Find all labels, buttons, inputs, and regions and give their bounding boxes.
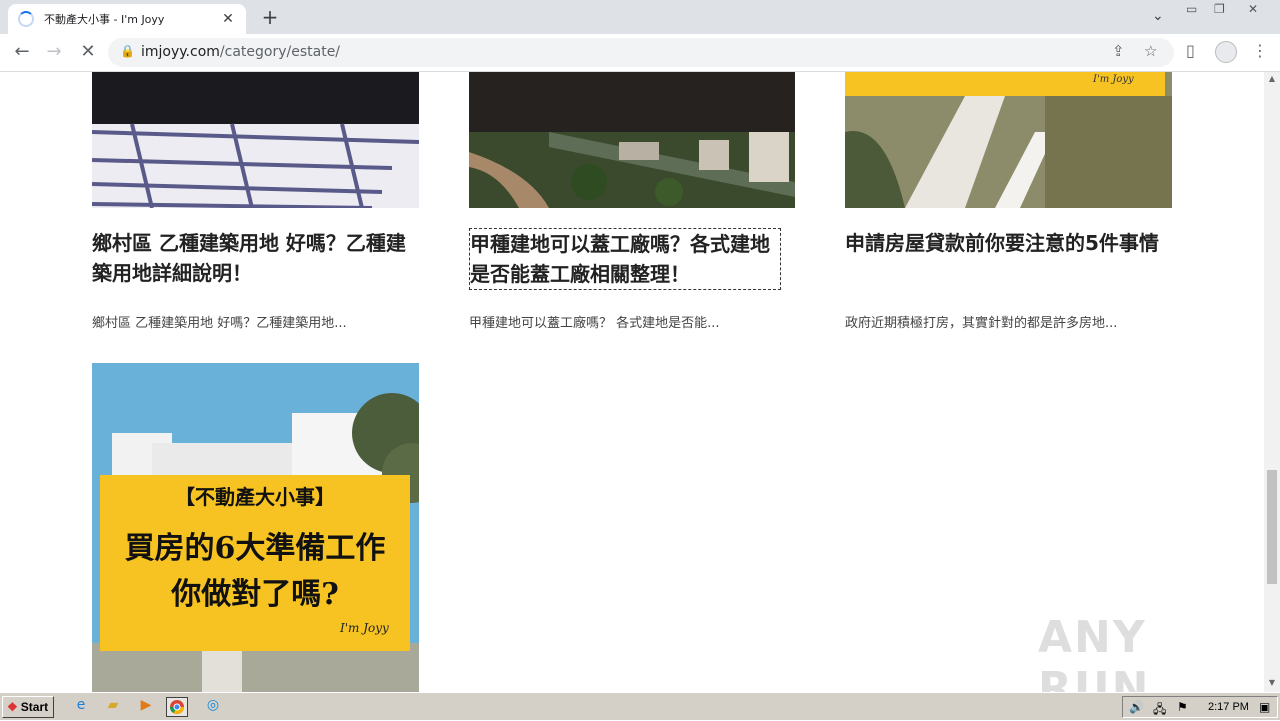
stop-loading-icon[interactable]: ✕ [76,41,100,62]
volume-icon[interactable]: 🔊 [1129,700,1144,714]
tab-title: 不動產大小事 - I'm Joyy [44,13,165,26]
post-thumbnail-4[interactable]: 【不動產大小事】 買房的6大準備工作 你做對了嗎? I'm Joyy [92,363,419,692]
close-tab-icon[interactable]: ✕ [220,11,236,27]
chrome-icon[interactable] [166,697,188,717]
edge-icon[interactable]: ◎ [202,697,224,717]
page-content: I'm Joyy 鄉村區 乙種建築用地 好嗎？乙種建築用地詳細說明！ 甲種建地可… [0,72,1264,692]
minimize-icon[interactable]: ▭ [1186,2,1197,16]
start-label: Start [20,700,49,714]
folder-icon[interactable]: ▰ [102,697,124,717]
scroll-down-icon[interactable]: ▼ [1264,678,1280,687]
url-text[interactable]: imjoyy.com/category/estate/ [141,44,340,60]
profile-avatar[interactable] [1215,41,1237,63]
lock-icon[interactable]: 🔒 [120,44,135,58]
scroll-up-icon[interactable]: ▲ [1264,74,1280,83]
banner-signature-text: I'm Joyy [340,621,389,635]
monitor-icon[interactable]: ▣ [1259,700,1270,714]
post-excerpt-2: 甲種建地可以蓋工廠嗎？ 各式建地是否能... [469,316,720,331]
banner-heading: 【不動產大小事】 [175,485,335,509]
vertical-scrollbar[interactable]: ▲ ▼ [1264,72,1280,692]
aerial-city-image [469,72,795,208]
address-bar[interactable]: 🔒 imjoyy.com/category/estate/ ⇪ ☆ [108,38,1174,67]
share-icon[interactable]: ⇪ [1112,42,1125,60]
post-excerpt-1: 鄉村區 乙種建築用地 好嗎？乙種建築用地... [92,316,347,331]
system-tray: 🔊 🖧 ⚑ ▣ [1122,696,1278,718]
back-icon[interactable]: ← [10,41,34,62]
scrollbar-thumb[interactable] [1267,470,1277,584]
restore-icon[interactable]: ❐ [1214,2,1225,16]
watermark-logo: ANY RUN [1038,612,1151,692]
garden-path-image: I'm Joyy [845,72,1172,208]
loading-spinner-icon [18,11,34,27]
internet-explorer-icon[interactable]: e [70,697,92,717]
side-panel-icon[interactable]: ▯ [1186,41,1195,60]
tab-strip: 不動產大小事 - I'm Joyy ✕ + ⌄ ▭ ❐ ✕ [0,0,1280,34]
taskbar: ❖ Start e ▰ ▶ ◎ 🔊 🖧 ⚑ ▣ 2:17 PM [0,692,1280,720]
new-tab-icon[interactable]: + [259,5,281,29]
browser-toolbar: ← → ✕ 🔒 imjoyy.com/category/estate/ ⇪ ☆ … [0,34,1280,72]
banner-line-2: 你做對了嗎? [171,577,339,612]
post-excerpt-3: 政府近期積極打房，其實針對的都是許多房地... [845,316,1118,331]
grid-paper-image [92,72,419,208]
close-window-icon[interactable]: ✕ [1248,2,1258,16]
menu-icon[interactable]: ⋮ [1252,41,1268,60]
forward-icon[interactable]: → [42,41,66,62]
clock: 2:17 PM [1208,701,1249,713]
post-title-2[interactable]: 甲種建地可以蓋工廠嗎？各式建地是否能蓋工廠相關整理！ [469,228,781,290]
windows-logo-icon: ❖ [7,700,18,714]
post-title-3[interactable]: 申請房屋貸款前你要注意的5件事情 [845,228,1175,258]
start-button[interactable]: ❖ Start [2,696,54,718]
chevron-down-icon[interactable]: ⌄ [1152,8,1164,24]
banner-signature: I'm Joyy [1092,74,1134,85]
network-icon[interactable]: 🖧 [1153,700,1166,721]
browser-tab[interactable]: 不動產大小事 - I'm Joyy ✕ [8,4,246,34]
post-thumbnail-2[interactable] [469,72,795,208]
post-thumbnail-1[interactable] [92,72,419,208]
post-title-1[interactable]: 鄉村區 乙種建築用地 好嗎？乙種建築用地詳細說明！ [92,228,422,288]
bookmark-star-icon[interactable]: ☆ [1144,42,1157,60]
flag-icon[interactable]: ⚑ [1177,700,1188,714]
post-thumbnail-3[interactable]: I'm Joyy [845,72,1172,208]
banner-line-1: 買房的6大準備工作 [124,531,386,566]
media-player-icon[interactable]: ▶ [135,697,157,717]
